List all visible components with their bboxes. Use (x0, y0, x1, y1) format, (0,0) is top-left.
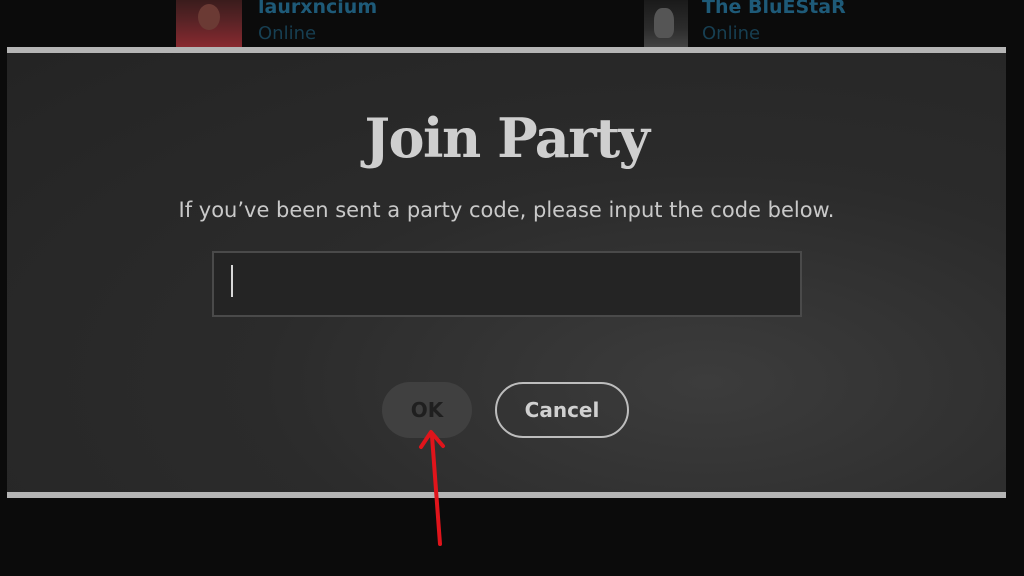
ok-button[interactable]: OK (382, 382, 472, 438)
friend-tile[interactable]: laurxncium Online (176, 0, 377, 48)
friend-name: The BluEStaR (702, 0, 846, 18)
party-code-input[interactable] (212, 251, 802, 317)
avatar (644, 0, 688, 48)
friend-status: Online (702, 23, 761, 44)
cancel-button[interactable]: Cancel (495, 382, 629, 438)
dialog-title: Join Party (364, 106, 650, 170)
avatar (176, 0, 242, 48)
join-party-dialog: Join Party If you’ve been sent a party c… (7, 47, 1006, 498)
screen: laurxncium Online The BluEStaR Online Jo… (0, 0, 1024, 576)
text-caret (231, 265, 233, 297)
friend-tile[interactable]: The BluEStaR Online (644, 0, 846, 48)
dialog-message: If you’ve been sent a party code, please… (178, 198, 835, 222)
friend-name: laurxncium (258, 0, 378, 18)
friend-status: Online (258, 23, 317, 44)
